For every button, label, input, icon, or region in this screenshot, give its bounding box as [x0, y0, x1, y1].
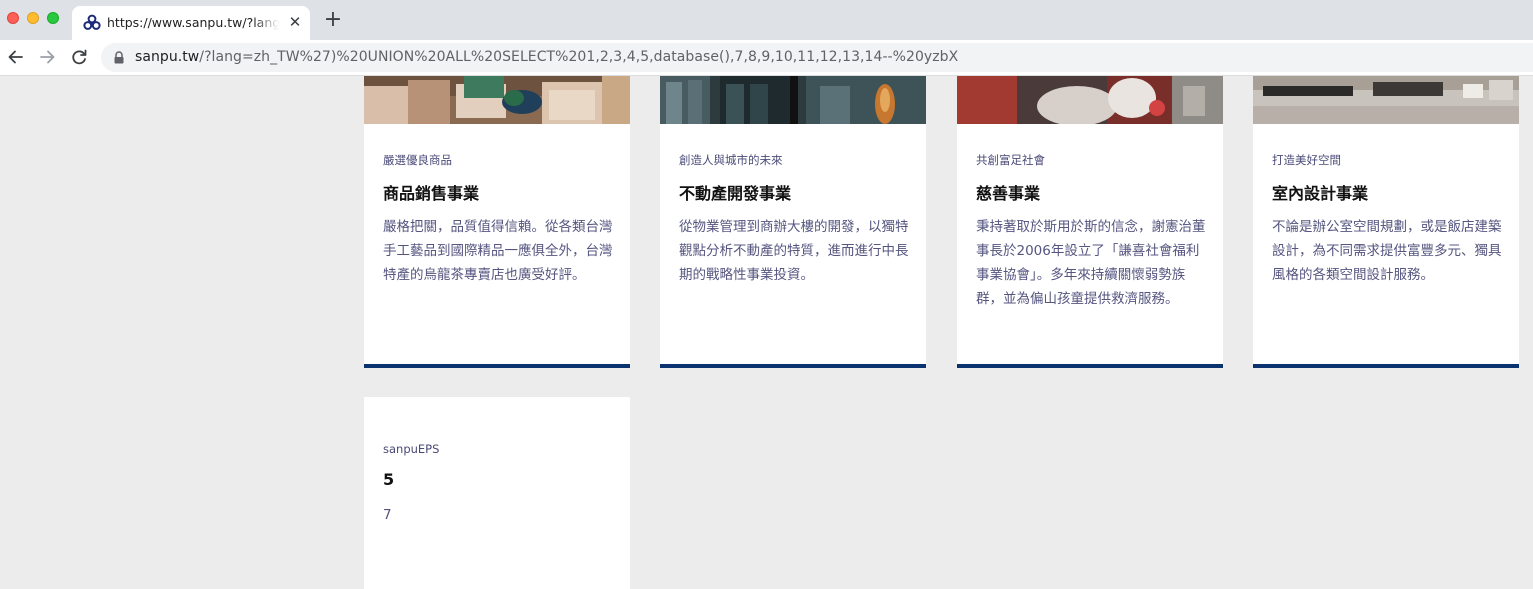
sanpu-logo-icon	[83, 14, 101, 30]
address-bar[interactable]: sanpu.tw/?lang=zh_TW%27)%20UNION%20ALL%2…	[101, 43, 1533, 72]
card-title[interactable]: 商品銷售事業	[383, 180, 479, 204]
card-image-crafts	[364, 76, 630, 124]
business-card-injected[interactable]: sanpuEPS 5 7	[364, 397, 630, 589]
window-close-dot[interactable]	[7, 12, 19, 24]
card-title[interactable]: 慈善事業	[976, 180, 1040, 204]
card-title[interactable]: 不動產開發事業	[679, 180, 791, 204]
browser-toolbar: sanpu.tw/?lang=zh_TW%27)%20UNION%20ALL%2…	[0, 40, 1533, 76]
card-description: 不論是辦公室空間規劃，或是飯店建築設計，為不同需求提供富豐多元、獨具風格的各類空…	[1272, 219, 1502, 283]
card-subtitle: sanpuEPS	[383, 442, 440, 456]
url-path: /?lang=zh_TW%27)%20UNION%20ALL%20SELECT%…	[199, 49, 959, 65]
card-title[interactable]: 室內設計事業	[1272, 180, 1368, 204]
back-arrow-icon[interactable]	[5, 46, 27, 68]
lock-icon[interactable]	[113, 51, 125, 64]
tab-close-icon[interactable]: ✕	[286, 13, 304, 31]
forward-arrow-icon[interactable]	[36, 46, 58, 68]
card-title[interactable]: 5	[383, 470, 394, 489]
card-description: 嚴格把關，品質值得信賴。從各類台灣手工藝品到國際精品一應俱全外，台灣特產的烏龍茶…	[383, 219, 613, 283]
card-accent-bar	[660, 364, 926, 368]
tab-title: https://www.sanpu.tw/?lang=zh_TW%27)%20U…	[107, 15, 279, 30]
browser-tab-strip: https://www.sanpu.tw/?lang=zh_TW%27)%20U…	[0, 0, 1533, 40]
business-card-charity[interactable]: 共創富足社會 慈善事業 秉持著取於斯用於斯的信念，謝憲治董事長於2006年設立了…	[957, 76, 1223, 368]
business-card-real-estate[interactable]: 創造人與城市的未來 不動產開發事業 從物業管理到商辦大樓的開發，以獨特觀點分析不…	[660, 76, 926, 368]
business-card-interior-design[interactable]: 打造美好空間 室內設計事業 不論是辦公室空間規劃，或是飯店建築設計，為不同需求提…	[1253, 76, 1519, 368]
window-zoom-dot[interactable]	[47, 12, 59, 24]
card-subtitle: 打造美好空間	[1272, 153, 1341, 167]
card-image-charity	[957, 76, 1223, 124]
card-accent-bar	[1253, 364, 1519, 368]
business-card-product-sales[interactable]: 嚴選優良商品 商品銷售事業 嚴格把關，品質值得信賴。從各類台灣手工藝品到國際精品…	[364, 76, 630, 368]
url-text[interactable]: sanpu.tw/?lang=zh_TW%27)%20UNION%20ALL%2…	[135, 49, 958, 65]
card-image-interior	[1253, 76, 1519, 124]
card-accent-bar	[364, 364, 630, 368]
card-image-building	[660, 76, 926, 124]
card-accent-bar	[957, 364, 1223, 368]
new-tab-button[interactable]: +	[322, 9, 344, 31]
card-description: 從物業管理到商辦大樓的開發，以獨特觀點分析不動產的特質，進而進行中長期的戰略性事…	[679, 219, 909, 283]
card-description: 7	[383, 507, 392, 523]
card-description: 秉持著取於斯用於斯的信念，謝憲治董事長於2006年設立了「謙喜社會福利事業協會」…	[976, 219, 1206, 307]
card-subtitle: 創造人與城市的未來	[679, 153, 783, 167]
browser-tab[interactable]: https://www.sanpu.tw/?lang=zh_TW%27)%20U…	[72, 6, 310, 40]
card-subtitle: 嚴選優良商品	[383, 153, 452, 167]
reload-icon[interactable]	[68, 46, 90, 68]
page-content: 嚴選優良商品 商品銷售事業 嚴格把關，品質值得信賴。從各類台灣手工藝品到國際精品…	[0, 76, 1533, 589]
url-host: sanpu.tw	[135, 49, 200, 65]
window-minimize-dot[interactable]	[27, 12, 39, 24]
card-subtitle: 共創富足社會	[976, 153, 1045, 167]
